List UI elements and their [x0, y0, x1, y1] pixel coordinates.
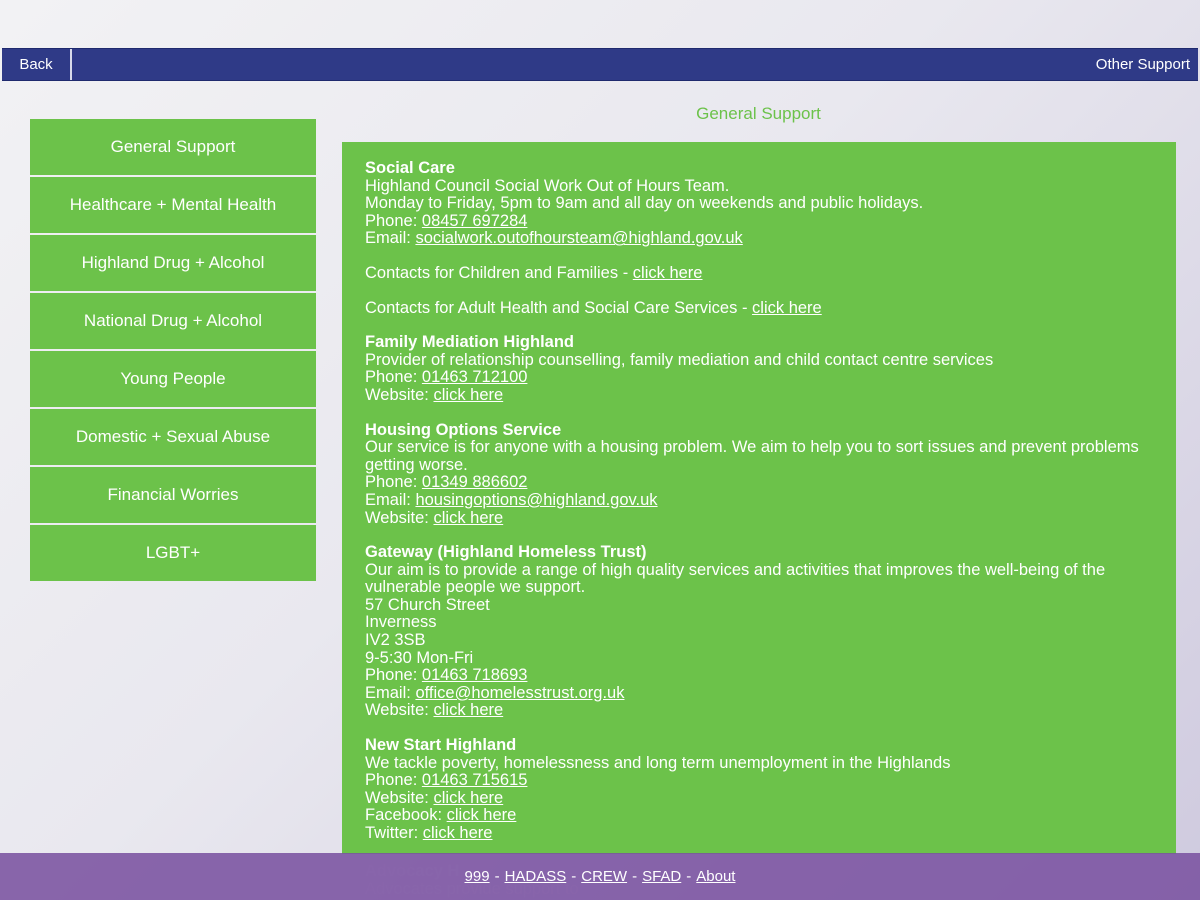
- email-row: Email: housingoptions@highland.gov.uk: [365, 490, 1154, 510]
- footer-separator: -: [686, 868, 692, 885]
- phone-link[interactable]: 01463 712100: [422, 368, 528, 387]
- phone-label: Phone:: [365, 211, 422, 230]
- opening-hours: 9-5:30 Mon-Fri: [365, 648, 474, 667]
- footer-link-sfad[interactable]: SFAD: [642, 868, 681, 885]
- support-content-panel[interactable]: Social Care Highland Council Social Work…: [342, 142, 1176, 854]
- phone-link[interactable]: 01349 886602: [422, 473, 528, 492]
- phone-row: Phone: 01463 715615: [365, 771, 1154, 790]
- phone-row: Phone: 01349 886602: [365, 474, 1154, 492]
- footer-separator: -: [632, 868, 638, 885]
- phone-link[interactable]: 08457 697284: [422, 212, 528, 230]
- footer-separator: -: [494, 868, 500, 885]
- category-sidebar: General Support Healthcare + Mental Heal…: [30, 119, 316, 583]
- section-text: Contacts for Children and Families -: [365, 263, 633, 282]
- website-row: Website: click here: [365, 788, 1154, 808]
- website-link[interactable]: click here: [433, 701, 503, 720]
- phone-label: Phone:: [365, 473, 422, 492]
- sidebar-item-financial-worries[interactable]: Financial Worries: [30, 467, 316, 523]
- website-label: Website:: [365, 701, 434, 720]
- section-heading: Family Mediation Highland: [365, 333, 575, 352]
- email-row: Email: office@homelesstrust.org.uk: [365, 683, 1154, 703]
- website-link[interactable]: click here: [433, 386, 503, 404]
- housing-options-section: Housing Options Service Our service is f…: [365, 420, 1154, 528]
- phone-label: Phone:: [365, 771, 422, 790]
- address-line: IV2 3SB: [365, 631, 426, 650]
- website-link[interactable]: click here: [433, 509, 503, 527]
- new-start-section: New Start Highland We tackle poverty, ho…: [365, 736, 1154, 843]
- sidebar-item-domestic-sexual-abuse[interactable]: Domestic + Sexual Abuse: [30, 409, 316, 465]
- email-link[interactable]: office@homelesstrust.org.uk: [415, 684, 624, 702]
- sidebar-item-national-drug-alcohol[interactable]: National Drug + Alcohol: [30, 293, 316, 349]
- address-line: 57 Church Street: [365, 595, 490, 614]
- twitter-row: Twitter: click here: [365, 824, 1154, 843]
- website-link[interactable]: click here: [433, 789, 503, 807]
- gateway-section: Gateway (Highland Homeless Trust) Our ai…: [365, 543, 1154, 720]
- sidebar-item-general-support[interactable]: General Support: [30, 119, 316, 175]
- email-label: Email:: [365, 683, 416, 702]
- section-heading: Housing Options Service: [365, 420, 562, 439]
- phone-row: Phone: 01463 712100: [365, 369, 1154, 387]
- address-line: Inverness: [365, 613, 437, 632]
- social-care-section: Social Care Highland Council Social Work…: [365, 159, 1154, 248]
- section-text: Highland Council Social Work Out of Hour…: [365, 176, 730, 195]
- top-nav-bar: Back Other Support: [2, 48, 1198, 81]
- section-heading: New Start Highland: [365, 736, 517, 755]
- phone-row: Phone: 08457 697284: [365, 211, 1154, 231]
- phone-label: Phone:: [365, 368, 422, 387]
- section-text: Provider of relationship counselling, fa…: [365, 350, 994, 369]
- section-text: Our aim is to provide a range of high qu…: [365, 560, 1106, 597]
- email-link[interactable]: housingoptions@highland.gov.uk: [415, 491, 657, 509]
- website-row: Website: click here: [365, 508, 1154, 528]
- section-text: Our service is for anyone with a housing…: [365, 438, 1139, 474]
- facebook-label: Facebook:: [365, 806, 447, 825]
- other-support-button[interactable]: Other Support: [1096, 49, 1190, 80]
- section-heading: Gateway (Highland Homeless Trust): [365, 543, 647, 562]
- footer-link-999[interactable]: 999: [465, 868, 490, 885]
- section-text: Contacts for Adult Health and Social Car…: [365, 298, 753, 317]
- facebook-link[interactable]: click here: [447, 806, 517, 825]
- footer-link-about[interactable]: About: [696, 868, 735, 885]
- twitter-label: Twitter:: [365, 824, 423, 842]
- footer-separator: -: [571, 868, 577, 885]
- sidebar-item-lgbt[interactable]: LGBT+: [30, 525, 316, 581]
- children-families-section: Contacts for Children and Families - cli…: [365, 263, 1154, 283]
- section-heading: Social Care: [365, 159, 455, 177]
- adult-services-section: Contacts for Adult Health and Social Car…: [365, 298, 1154, 318]
- section-text: Monday to Friday, 5pm to 9am and all day…: [365, 194, 924, 213]
- sidebar-item-healthcare-mental-health[interactable]: Healthcare + Mental Health: [30, 177, 316, 233]
- website-row: Website: click here: [365, 702, 1154, 720]
- page-title: General Support: [696, 104, 821, 123]
- twitter-link[interactable]: click here: [423, 824, 493, 842]
- back-button[interactable]: Back: [2, 49, 72, 80]
- phone-link[interactable]: 01463 715615: [422, 771, 528, 789]
- phone-row: Phone: 01463 718693: [365, 666, 1154, 685]
- sidebar-item-highland-drug-alcohol[interactable]: Highland Drug + Alcohol: [30, 235, 316, 291]
- website-row: Website: click here: [365, 385, 1154, 405]
- sidebar-item-young-people[interactable]: Young People: [30, 351, 316, 407]
- email-label: Email:: [365, 229, 416, 248]
- adult-services-link[interactable]: click here: [752, 299, 822, 317]
- section-text: We tackle poverty, homelessness and long…: [365, 753, 951, 772]
- email-label: Email:: [365, 490, 416, 509]
- email-link[interactable]: socialwork.outofhoursteam@highland.gov.u…: [415, 229, 742, 248]
- facebook-row: Facebook: click here: [365, 807, 1154, 825]
- footer-bar: 999 - HADASS - CREW - SFAD - About: [0, 853, 1200, 900]
- website-label: Website:: [365, 385, 434, 404]
- phone-link[interactable]: 01463 718693: [422, 666, 528, 684]
- phone-label: Phone:: [365, 666, 422, 685]
- email-row: Email: socialwork.outofhoursteam@highlan…: [365, 230, 1154, 248]
- footer-link-hadass[interactable]: HADASS: [505, 868, 567, 885]
- website-label: Website:: [365, 788, 434, 807]
- children-families-link[interactable]: click here: [633, 264, 703, 282]
- family-mediation-section: Family Mediation Highland Provider of re…: [365, 334, 1154, 404]
- website-label: Website:: [365, 508, 434, 527]
- footer-link-crew[interactable]: CREW: [581, 868, 627, 885]
